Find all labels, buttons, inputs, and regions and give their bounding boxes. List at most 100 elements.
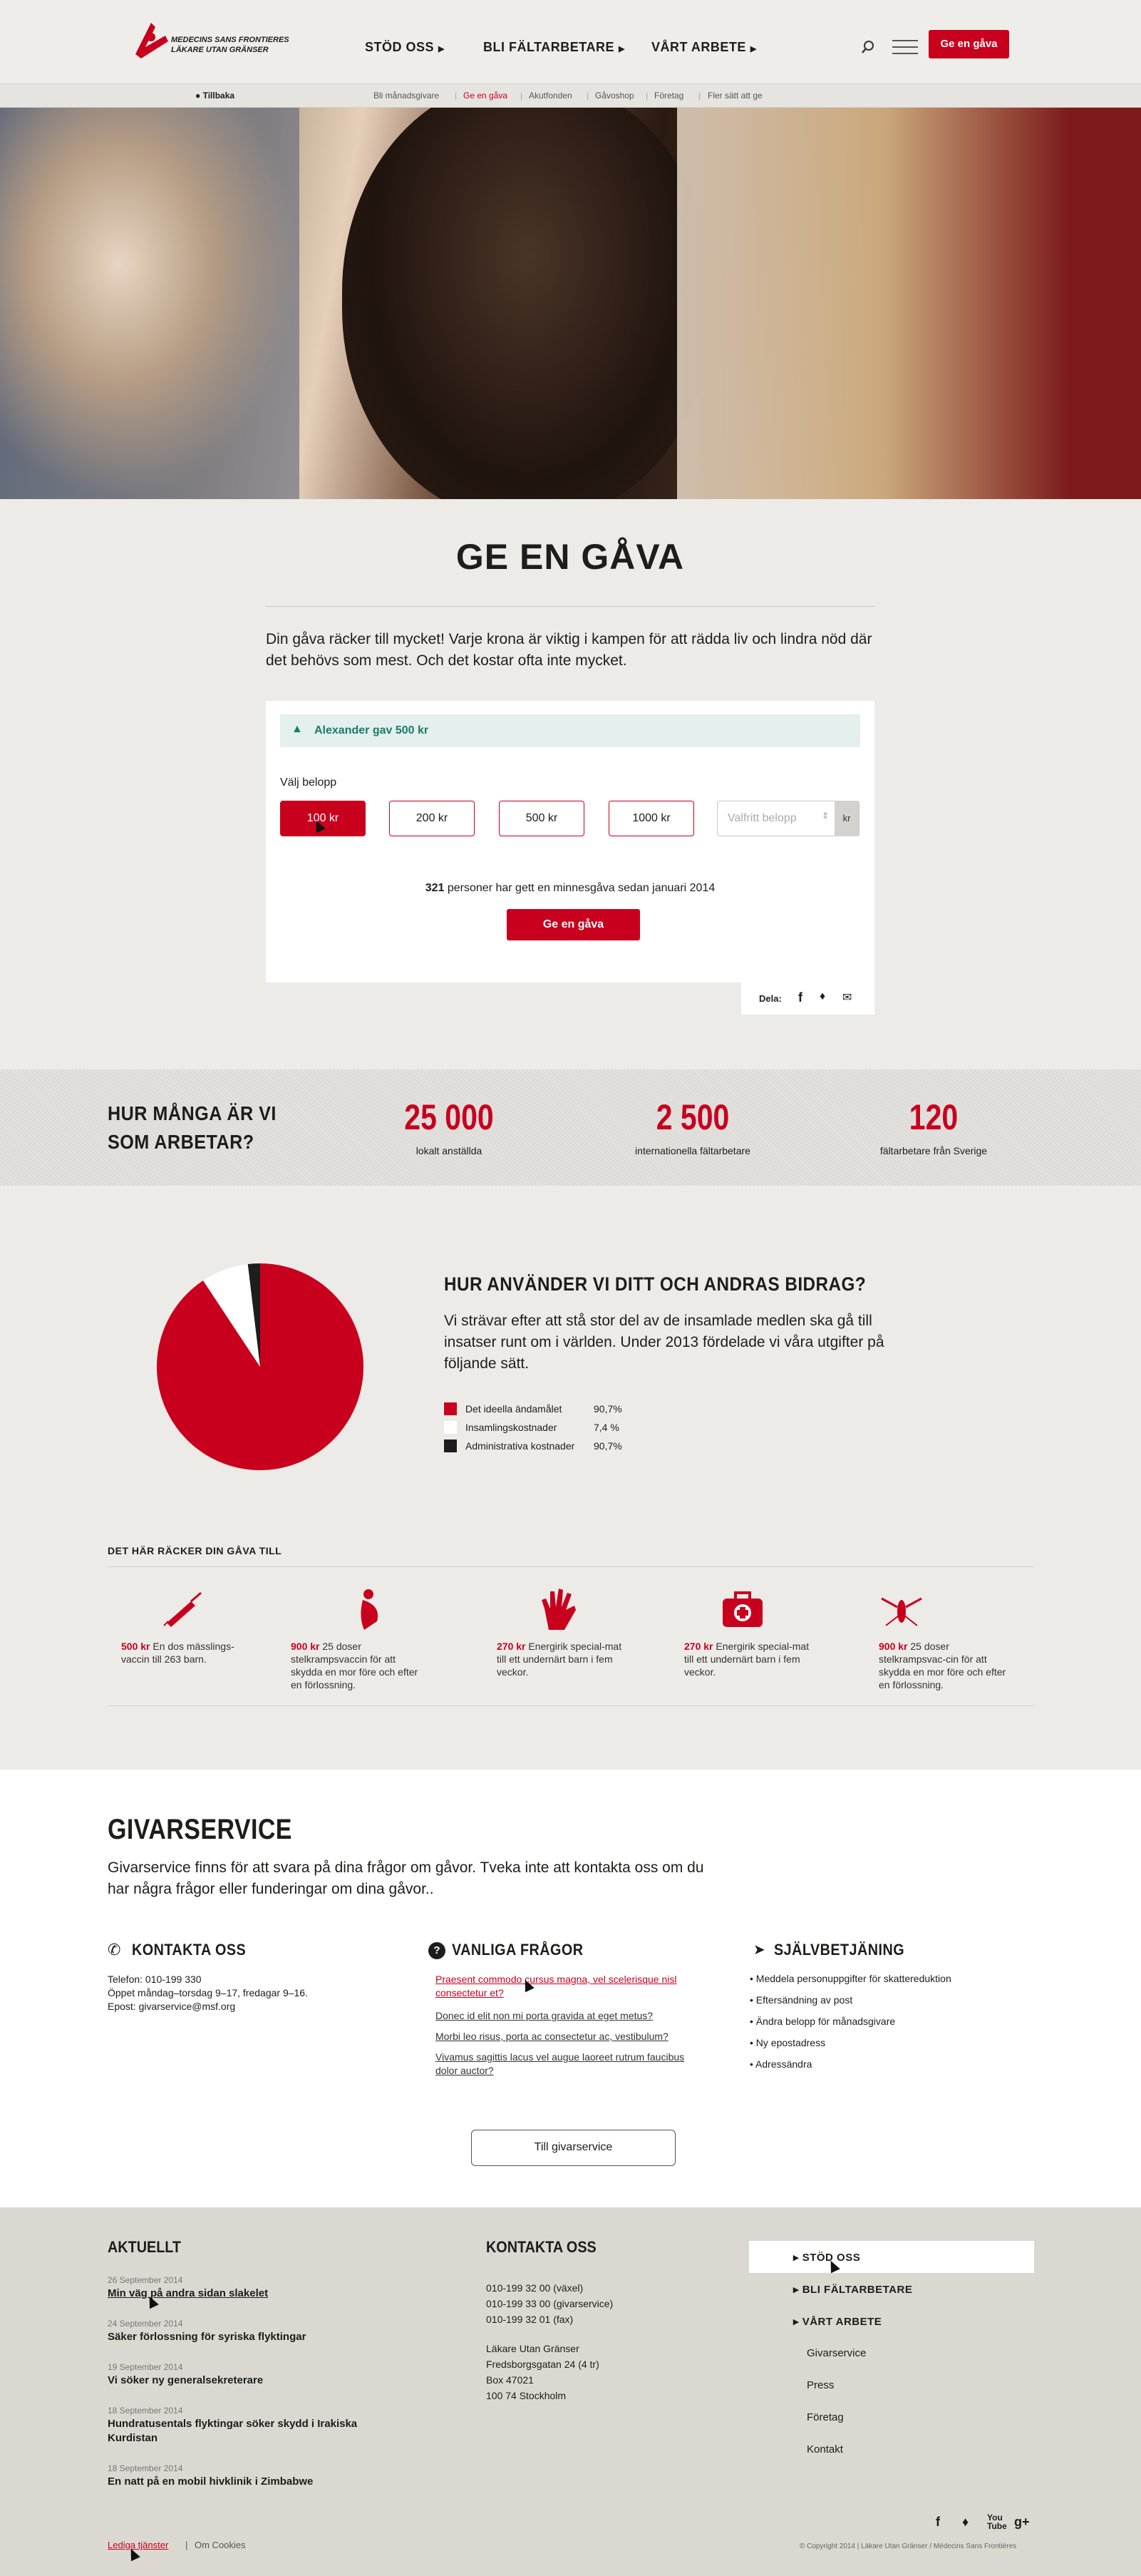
footer-phone: 010-199 32 00 (växel) bbox=[486, 2282, 584, 2294]
youtube-icon[interactable]: You Tube bbox=[987, 2513, 1007, 2530]
news-date: 24 September 2014 bbox=[108, 2319, 183, 2329]
nav-bli-faltarbetare[interactable]: BLI FÄLTARBETARE ▶ bbox=[483, 40, 625, 55]
legend-swatch bbox=[444, 1440, 457, 1452]
jobs-link[interactable]: Lediga tjänster bbox=[108, 2540, 168, 2550]
impact-item: 900 kr 25 doser stelkrampsvac-cin för at… bbox=[879, 1640, 1014, 1691]
facebook-icon[interactable]: f bbox=[936, 2515, 940, 2530]
self-service-link[interactable]: • Adressändra bbox=[750, 2058, 812, 2070]
back-label: Tillbaka bbox=[202, 91, 235, 101]
share-label: Dela: bbox=[759, 993, 782, 1004]
subnav-divider: | bbox=[587, 91, 589, 101]
amount-100-button[interactable]: 100 kr bbox=[280, 801, 366, 836]
menu-icon[interactable] bbox=[892, 39, 918, 54]
hero-figure-right bbox=[677, 108, 1141, 499]
news-link[interactable]: Hundratusentals flyktingar söker skydd i… bbox=[108, 2417, 378, 2446]
legend-label: Det ideella ändamålet bbox=[465, 1403, 562, 1415]
news-link[interactable]: Säker förlossning för syriska flyktingar bbox=[108, 2330, 378, 2344]
subnav-ge-en-gava[interactable]: Ge en gåva bbox=[463, 91, 507, 101]
stat-value: 2 500 bbox=[656, 1097, 730, 1137]
search-icon[interactable] bbox=[861, 40, 875, 54]
faq-link[interactable]: Donec id elit non mi porta gravida at eg… bbox=[435, 2009, 706, 2023]
sub-navigation: ● Tillbaka Bli månadsgivare | Ge en gåva… bbox=[0, 83, 1141, 108]
google-plus-icon[interactable]: g+ bbox=[1014, 2515, 1030, 2530]
title-divider bbox=[266, 606, 874, 607]
givarservice-title: GIVARSERVICE bbox=[108, 1814, 292, 1845]
msf-logo[interactable]: MEDECINS SANS FRONTIERES LÄKARE UTAN GRÄ… bbox=[130, 19, 289, 64]
contact-info: Telefon: 010-199 330 Öppet måndag–torsda… bbox=[108, 1973, 308, 2013]
tree-icon: ▲ bbox=[291, 723, 303, 735]
address-line: Läkare Utan Gränser bbox=[486, 2343, 579, 2354]
email-icon[interactable]: ✉ bbox=[842, 990, 852, 1005]
footer-phone: 010-199 32 01 (fax) bbox=[486, 2314, 574, 2325]
nav-vart-arbete[interactable]: VÅRT ARBETE ▶ bbox=[651, 40, 757, 55]
impact-item: 270 kr Energirik special-mat till ett un… bbox=[684, 1640, 820, 1678]
footer-nav-kontakt[interactable]: Kontakt bbox=[807, 2443, 843, 2456]
memorial-count: 321 personer har gett en minnesgåva seda… bbox=[266, 882, 874, 895]
news-date: 26 September 2014 bbox=[108, 2275, 183, 2285]
twitter-icon[interactable]: ♦ bbox=[820, 990, 825, 1003]
news-link[interactable]: En natt på en mobil hivklinik i Zimbabwe bbox=[108, 2475, 378, 2489]
footer-nav-vart-arbete[interactable]: ▸ VÅRT ARBETE bbox=[793, 2315, 882, 2328]
impact-amount: 270 kr bbox=[684, 1641, 713, 1652]
cookies-link[interactable]: Om Cookies bbox=[195, 2540, 246, 2550]
back-link[interactable]: ● Tillbaka bbox=[195, 91, 234, 101]
chevron-right-icon: ▸ bbox=[793, 2284, 802, 2296]
usage-heading: HUR ANVÄNDER VI DITT OCH ANDRAS BIDRAG? bbox=[444, 1273, 867, 1295]
subnav-gavoshop[interactable]: Gåvoshop bbox=[595, 91, 634, 101]
custom-amount-field[interactable]: Valfritt belopp ⇕ kr bbox=[717, 801, 859, 836]
subnav-fler-satt[interactable]: Fler sätt att ge bbox=[708, 91, 763, 101]
msf-logo-icon bbox=[135, 23, 168, 58]
givarservice-button[interactable]: Till givarservice bbox=[471, 2130, 676, 2166]
self-service-link[interactable]: • Meddela personuppgifter för skatteredu… bbox=[750, 1973, 951, 1984]
nav-stod-oss[interactable]: STÖD OSS ▶ bbox=[365, 40, 445, 55]
subnav-akutfonden[interactable]: Akutfonden bbox=[529, 91, 572, 101]
contact-email[interactable]: Epost: givarservice@msf.org bbox=[108, 2000, 308, 2013]
faq-link[interactable]: Morbi leo risus, porta ac consectetur ac… bbox=[435, 2030, 706, 2043]
footer-nav-press[interactable]: Press bbox=[807, 2379, 834, 2391]
pregnant-icon bbox=[361, 1589, 378, 1630]
faq-link[interactable]: Vivamus sagittis lacus vel augue laoreet… bbox=[435, 2051, 706, 2078]
self-service-link[interactable]: • Ändra belopp för månadsgivare bbox=[750, 2016, 895, 2027]
submit-donation-button[interactable]: Ge en gåva bbox=[507, 909, 640, 940]
hero-figure-left bbox=[0, 108, 299, 499]
copyright: © Copyright 2014 | Läkare Utan Gränser /… bbox=[800, 2542, 1016, 2550]
self-service-link[interactable]: • Eftersändning av post bbox=[750, 1994, 852, 2006]
page: MEDECINS SANS FRONTIERES LÄKARE UTAN GRÄ… bbox=[0, 0, 1141, 2576]
footer-nav-foretag[interactable]: Företag bbox=[807, 2411, 844, 2423]
impact-divider bbox=[108, 1566, 1034, 1567]
header-donate-button[interactable]: Ge en gåva bbox=[929, 30, 1009, 58]
facebook-icon[interactable]: f bbox=[798, 990, 802, 1005]
stat-value: 25 000 bbox=[404, 1097, 494, 1137]
legend-value: 90,7% bbox=[594, 1403, 622, 1415]
stat-value: 120 bbox=[909, 1097, 959, 1137]
footer-nav-label: VÅRT ARBETE bbox=[802, 2316, 882, 2328]
nav-label: VÅRT ARBETE bbox=[651, 40, 746, 54]
news-date: 19 September 2014 bbox=[108, 2362, 183, 2372]
news-date: 18 September 2014 bbox=[108, 2406, 183, 2416]
mosquito-icon bbox=[881, 1597, 922, 1626]
chevron-right-icon: ▸ bbox=[793, 2252, 802, 2264]
givarservice-intro: Givarservice finns för att svara på dina… bbox=[108, 1859, 704, 1897]
logo-text-2: LÄKARE UTAN GRÄNSER bbox=[171, 46, 269, 54]
subnav-foretag[interactable]: Företag bbox=[654, 91, 683, 101]
nav-label: STÖD OSS bbox=[365, 40, 435, 54]
footer-nav-givarservice[interactable]: Givarservice bbox=[807, 2347, 866, 2359]
self-service-link[interactable]: • Ny epostadress bbox=[750, 2037, 825, 2048]
amount-1000-button[interactable]: 1000 kr bbox=[609, 801, 694, 836]
footer-nav-bli-faltarbetare[interactable]: ▸ BLI FÄLTARBETARE bbox=[793, 2283, 912, 2296]
faq-link[interactable]: Praesent commodo cursus magna, vel scele… bbox=[435, 1973, 706, 2000]
twitter-icon[interactable]: ♦ bbox=[962, 2515, 969, 2530]
amount-500-button[interactable]: 500 kr bbox=[499, 801, 584, 836]
subnav-bli-manadsgivare[interactable]: Bli månadsgivare bbox=[373, 91, 439, 101]
amount-200-button[interactable]: 200 kr bbox=[389, 801, 475, 836]
syringe-icon bbox=[163, 1591, 202, 1627]
news-link[interactable]: Vi söker ny generalsekreterare bbox=[108, 2374, 378, 2388]
stat-label: internationella fältarbetare bbox=[635, 1145, 750, 1156]
impact-amount: 270 kr bbox=[497, 1641, 526, 1652]
nav-label: BLI FÄLTARBETARE bbox=[483, 40, 614, 54]
impact-heading: DET HÄR RÄCKER DIN GÅVA TILL bbox=[108, 1545, 282, 1556]
stepper-icon[interactable]: ⇕ bbox=[822, 811, 829, 821]
back-icon: ● bbox=[195, 91, 201, 101]
chevron-right-icon: ▶ bbox=[438, 45, 445, 53]
share-bar: Dela: f ♦ ✉ bbox=[741, 982, 874, 1015]
